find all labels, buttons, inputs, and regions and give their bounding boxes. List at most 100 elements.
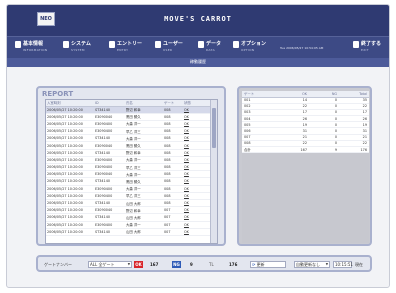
table-cell-blank — [197, 170, 211, 179]
table-cell: OK — [183, 106, 197, 114]
chevron-down-icon: ▼ — [127, 262, 130, 266]
table-row[interactable]: 2006/05/27 10:20:00 ST34140 大森 洋一 008 OK — [46, 134, 211, 143]
table-cell: ST34140 — [94, 134, 125, 143]
nav-item-label: 基本情報 — [23, 41, 44, 47]
table-cell: 008 — [163, 134, 183, 143]
nav-item-sublabel: ENTRY — [117, 48, 129, 52]
nav-item-label: ユーザー — [163, 41, 183, 47]
nav-item-sublabel: USER — [163, 48, 173, 52]
table-cell: 007 — [163, 221, 183, 229]
total-count: 176 — [229, 262, 238, 267]
table-cell: E3090400 — [94, 156, 125, 165]
table-cell: 早乙 洋三 — [125, 192, 163, 200]
table-cell: 008 — [163, 170, 183, 179]
table-cell: OK — [183, 192, 197, 200]
table-cell: 大森 洋一 — [125, 221, 163, 229]
table-cell: 008 — [163, 141, 183, 150]
report-title: REPORT — [42, 90, 74, 98]
table-cell-blank — [197, 149, 211, 157]
nav-item-sublabel: SYSTEM — [71, 48, 85, 52]
table-cell: 008 — [163, 192, 183, 200]
table-cell: 大森 洋一 — [125, 170, 163, 179]
table-cell: OK — [183, 127, 197, 136]
table-cell: 大森 洋一 — [125, 185, 163, 193]
main-nav: 基本情報 INFORMATION システム SYSTEM エントリー ENTRY… — [7, 36, 389, 58]
app-window: NEO MOVE'S CARROT 基本情報 INFORMATION システム … — [6, 4, 390, 288]
table-cell-blank — [197, 163, 211, 172]
table-row[interactable]: 2006/05/27 10:20:00 E3090400 大森 洋一 008 OK — [46, 120, 211, 129]
table-row[interactable]: 2006/05/27 10:20:00 ST34140 山田 大郎 007 OK — [46, 228, 211, 236]
app-title: MOVE'S CARROT — [164, 15, 232, 23]
nav-item-label: エントリー — [117, 41, 143, 47]
table-cell: ST34140 — [94, 213, 125, 222]
report-scrollbar[interactable] — [210, 100, 217, 243]
table-cell: E3090400 — [94, 185, 125, 193]
table-cell: 山田 大郎 — [125, 213, 163, 222]
table-cell: 合計 — [242, 146, 279, 154]
table-cell: ST34140 — [94, 149, 125, 157]
monitor-icon — [63, 41, 69, 48]
table-row[interactable]: 2006/05/27 10:20:00 E3090040 野辺 和幸 007 OK — [46, 206, 211, 215]
table-cell: 2006/05/27 10:20:00 — [46, 163, 94, 172]
nav-item-label: オプション — [241, 41, 267, 47]
status-bar: ゲートナンバー ALL 全ゲート ▼ OK 167 NG 9 TL 176 ⟳ 更… — [36, 255, 372, 272]
table-cell: 2006/05/27 10:20:00 — [46, 213, 94, 222]
summary-table-container: ゲート OK NG Total 001 14 0 35 002 22 0 22 003 17 0 17… — [242, 91, 369, 243]
table-row[interactable]: 2006/05/27 10:20:00 E3090400 早乙 洋三 008 OK — [46, 192, 211, 200]
table-cell: 008 — [163, 149, 183, 157]
table-cell: OK — [183, 185, 197, 193]
data-icon — [198, 41, 204, 48]
table-row[interactable]: 2006/05/27 10:20:00 E3090400 早乙 洋三 008 OK — [46, 163, 211, 172]
table-row[interactable]: 2006/05/27 10:20:00 ST34140 黒田 勝久 008 OK — [46, 177, 211, 186]
time-suffix: 現在 — [355, 262, 363, 267]
nav-item-sublabel: INFORMATION — [23, 48, 48, 52]
table-cell: 野辺 和幸 — [125, 106, 163, 114]
table-row[interactable]: 2006/05/27 10:20:00 ST34140 野辺 和幸 008 OK — [46, 106, 211, 114]
table-cell-blank — [197, 134, 211, 143]
table-cell-blank — [197, 213, 211, 222]
table-cell: OK — [183, 170, 197, 179]
table-cell: 野辺 和幸 — [125, 149, 163, 157]
table-cell: 2006/05/27 10:20:00 — [46, 106, 94, 114]
table-row[interactable]: 2006/05/27 10:20:00 ST34140 山田 大郎 007 OK — [46, 213, 211, 222]
refresh-button[interactable]: ⟳ 更新 — [250, 261, 286, 268]
table-cell: OK — [183, 221, 197, 229]
table-cell: 176 — [339, 146, 369, 154]
table-row[interactable]: 合計 167 9 176 — [242, 146, 369, 154]
table-cell: OK — [183, 206, 197, 215]
table-row[interactable]: 2006/05/27 10:20:00 E3090400 大森 洋一 008 OK — [46, 185, 211, 193]
table-cell-blank — [197, 156, 211, 165]
table-cell: 167 — [279, 146, 309, 154]
gate-select[interactable]: ALL 全ゲート ▼ — [88, 261, 132, 268]
entry-icon — [109, 41, 115, 48]
summary-panel: ゲート OK NG Total 001 14 0 35 002 22 0 22 003 17 0 17… — [237, 86, 372, 246]
table-cell-blank — [197, 221, 211, 229]
table-row[interactable]: 2006/05/27 10:20:00 E3090400 早乙 洋三 008 OK — [46, 127, 211, 136]
table-cell: 2006/05/27 10:20:00 — [46, 141, 94, 150]
table-cell: 008 — [163, 127, 183, 136]
table-cell: 008 — [163, 120, 183, 129]
table-row[interactable]: 2006/05/27 10:20:00 E3090400 大森 洋一 008 OK — [46, 156, 211, 165]
table-cell: OK — [183, 134, 197, 143]
table-cell: 山田 大郎 — [125, 228, 163, 236]
table-cell: 2006/05/27 10:20:00 — [46, 221, 94, 229]
table-row[interactable]: 2006/05/27 10:20:00 E3090040 黒田 勝久 008 OK — [46, 113, 211, 121]
table-cell: OK — [183, 199, 197, 208]
current-datetime: Tue 2006/05/27 10:54:05 AM — [280, 46, 324, 50]
exit-sublabel: EXIT — [361, 48, 369, 52]
table-row[interactable]: 2006/05/27 10:20:00 E3090040 大森 洋一 008 OK — [46, 170, 211, 179]
table-cell: 008 — [163, 113, 183, 121]
table-cell: 008 — [163, 199, 183, 208]
auto-refresh-select[interactable]: 自動更新なし ▼ — [294, 261, 330, 268]
table-cell-blank — [197, 192, 211, 200]
table-row[interactable]: 2006/05/27 10:20:00 E3090040 黒田 勝久 008 OK — [46, 141, 211, 150]
table-row[interactable]: 2006/05/27 10:20:00 ST34140 山田 大郎 008 OK — [46, 199, 211, 208]
scrollbar-thumb[interactable] — [212, 108, 216, 148]
table-row[interactable]: 2006/05/27 10:20:00 ST34140 野辺 和幸 008 OK — [46, 149, 211, 157]
table-cell: OK — [183, 228, 197, 236]
nav-item-label: データ — [206, 41, 222, 47]
table-row[interactable]: 2006/05/27 10:20:00 E3090400 大森 洋一 007 OK — [46, 221, 211, 229]
report-panel: REPORT 入室時刻 ID 氏名 ゲート 状態 2006/05/27 10:2… — [36, 86, 226, 246]
table-cell: OK — [183, 213, 197, 222]
table-cell: E3090400 — [94, 221, 125, 229]
